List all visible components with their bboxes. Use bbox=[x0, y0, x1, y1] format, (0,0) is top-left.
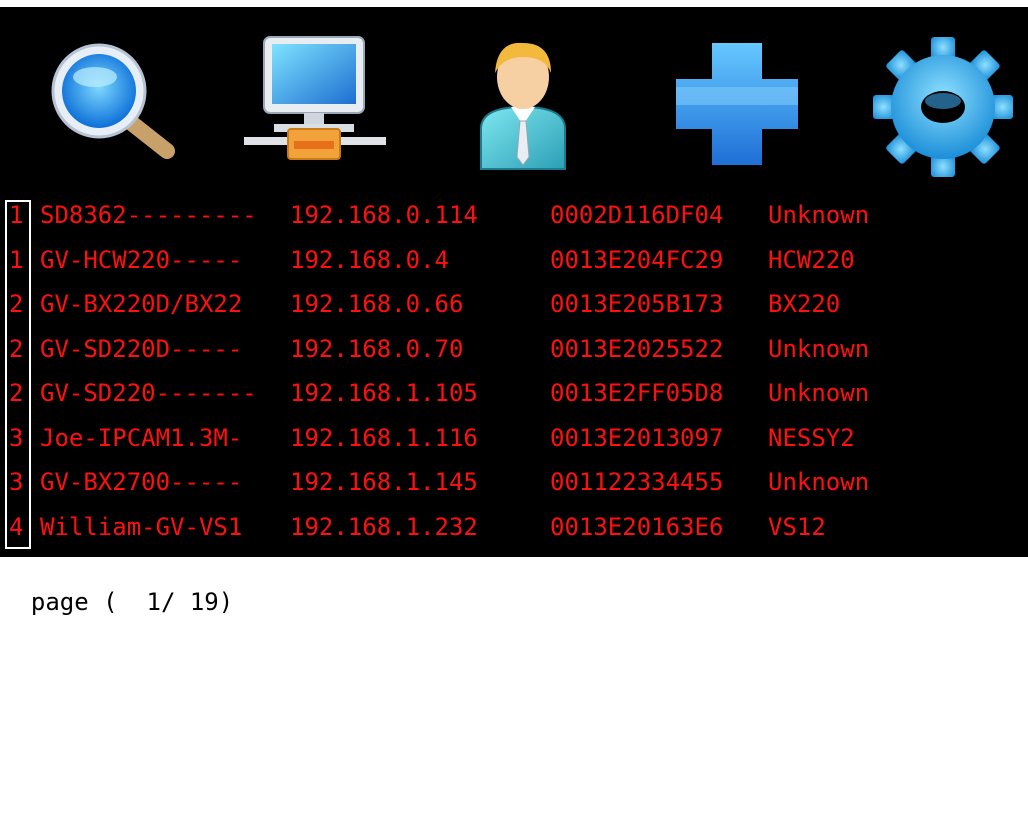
device-index: 4 bbox=[9, 512, 24, 541]
magnifier-icon bbox=[51, 43, 175, 159]
network-button[interactable] bbox=[240, 29, 390, 179]
device-index: 1 bbox=[9, 245, 24, 274]
device-index: 1 bbox=[9, 201, 24, 229]
device-list-screen: 1 SD8362--------- 192.168.0.114 0002D116… bbox=[0, 7, 1028, 557]
device-name: GV-HCW220----- bbox=[40, 245, 243, 274]
settings-button[interactable] bbox=[868, 29, 1018, 179]
pager-bar: page ( 1/ 19) bbox=[0, 557, 1028, 616]
user-icon bbox=[480, 42, 566, 170]
device-row[interactable]: 1 SD8362--------- 192.168.0.114 0002D116… bbox=[0, 193, 1028, 238]
device-row[interactable]: 2 GV-SD220D----- 192.168.0.70 0013E20255… bbox=[0, 327, 1028, 372]
device-name: GV-SD220D----- bbox=[40, 334, 243, 363]
device-model: Unknown bbox=[768, 468, 870, 496]
user-button[interactable] bbox=[449, 29, 599, 179]
device-mac: 0013E20163E6 bbox=[550, 512, 724, 541]
gear-icon bbox=[873, 37, 1013, 177]
device-index: 3 bbox=[9, 423, 24, 452]
device-mac: 001122334455 bbox=[550, 468, 724, 496]
network-computer-icon bbox=[244, 36, 386, 160]
device-ip: 192.168.1.105 bbox=[290, 379, 478, 407]
device-row[interactable]: 3 GV-BX2700----- 192.168.1.145 001122334… bbox=[0, 460, 1028, 505]
device-name: GV-BX2700----- bbox=[40, 468, 243, 496]
device-ip: 192.168.0.66 bbox=[290, 290, 464, 318]
add-button[interactable] bbox=[662, 29, 812, 179]
device-row[interactable]: 2 GV-BX220D/BX22 192.168.0.66 0013E205B1… bbox=[0, 282, 1028, 327]
device-list: 1 SD8362--------- 192.168.0.114 0002D116… bbox=[0, 193, 1028, 549]
device-name: GV-BX220D/BX22 bbox=[40, 290, 243, 318]
device-index: 3 bbox=[9, 468, 24, 496]
device-ip: 192.168.1.116 bbox=[290, 423, 478, 452]
page-indicator: page ( 1/ 19) bbox=[30, 588, 234, 616]
device-name: GV-SD220------- bbox=[40, 379, 257, 407]
device-name: William-GV-VS1 bbox=[40, 512, 243, 541]
device-model: NESSY2 bbox=[768, 423, 855, 452]
device-mac: 0002D116DF04 bbox=[550, 201, 724, 229]
device-ip: 192.168.0.114 bbox=[290, 201, 478, 229]
device-row[interactable]: 3 Joe-IPCAM1.3M- 192.168.1.116 0013E2013… bbox=[0, 416, 1028, 461]
device-name: Joe-IPCAM1.3M- bbox=[40, 423, 243, 452]
device-index: 2 bbox=[9, 290, 24, 318]
device-model: Unknown bbox=[768, 334, 870, 363]
device-row[interactable]: 1 GV-HCW220----- 192.168.0.4 0013E204FC2… bbox=[0, 238, 1028, 283]
device-mac: 0013E205B173 bbox=[550, 290, 724, 318]
device-ip: 192.168.1.145 bbox=[290, 468, 478, 496]
device-model: VS12 bbox=[768, 512, 826, 541]
device-index: 2 bbox=[9, 334, 24, 363]
plus-icon bbox=[676, 43, 798, 165]
device-model: Unknown bbox=[768, 379, 870, 407]
device-mac: 0013E2025522 bbox=[550, 334, 724, 363]
device-name: SD8362--------- bbox=[40, 201, 257, 229]
device-ip: 192.168.1.232 bbox=[290, 512, 478, 541]
device-model: BX220 bbox=[768, 290, 841, 318]
device-row[interactable]: 2 GV-SD220------- 192.168.1.105 0013E2FF… bbox=[0, 371, 1028, 416]
device-model: HCW220 bbox=[768, 245, 855, 274]
device-model: Unknown bbox=[768, 201, 870, 229]
device-ip: 192.168.0.4 bbox=[290, 245, 449, 274]
toolbar bbox=[0, 7, 1028, 187]
device-mac: 0013E2013097 bbox=[550, 423, 724, 452]
device-mac: 0013E204FC29 bbox=[550, 245, 724, 274]
device-mac: 0013E2FF05D8 bbox=[550, 379, 724, 407]
device-ip: 192.168.0.70 bbox=[290, 334, 464, 363]
device-index: 2 bbox=[9, 379, 24, 407]
device-row[interactable]: 4 William-GV-VS1 192.168.1.232 0013E2016… bbox=[0, 505, 1028, 550]
search-button[interactable] bbox=[37, 29, 187, 179]
